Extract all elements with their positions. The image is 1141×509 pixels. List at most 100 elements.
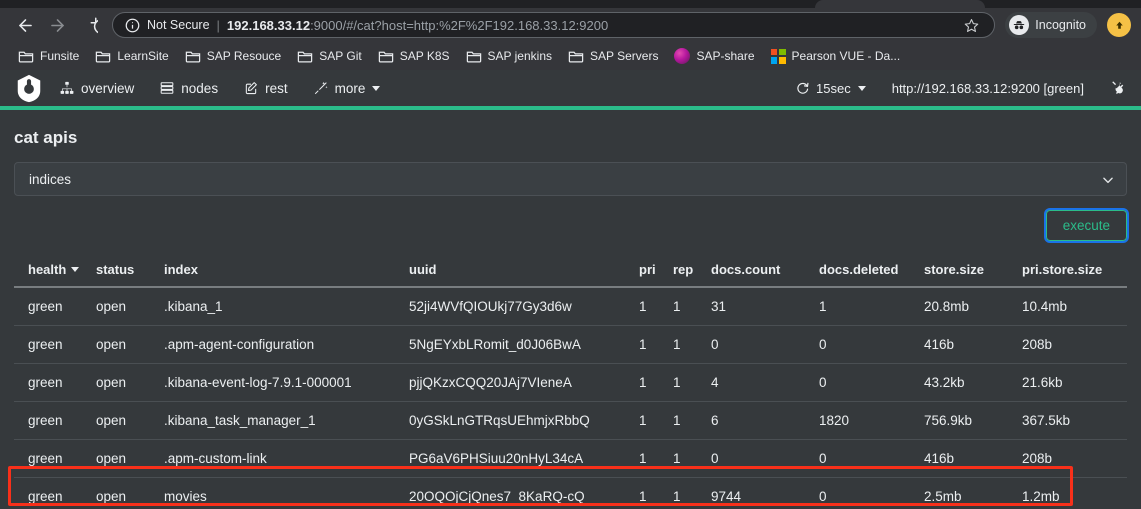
cell-index: movies bbox=[160, 477, 405, 509]
address-bar[interactable]: Not Secure | 192.168.33.12:9000/#/cat?ho… bbox=[112, 12, 996, 38]
browser-toolbar: Not Secure | 192.168.33.12:9000/#/cat?ho… bbox=[0, 8, 1141, 42]
table-row[interactable]: green open .apm-custom-link PG6aV6PHSiuu… bbox=[14, 439, 1127, 478]
cell-status: open bbox=[92, 363, 160, 402]
bookmark-label: SAP Git bbox=[319, 49, 362, 63]
cell-pri-store-size: 208b bbox=[1018, 439, 1127, 478]
cell-status: open bbox=[92, 439, 160, 478]
incognito-indicator[interactable]: Incognito bbox=[1005, 12, 1097, 38]
back-arrow-icon bbox=[18, 18, 32, 32]
cell-docs-count: 9744 bbox=[707, 477, 815, 509]
column-header-docs-count[interactable]: docs.count bbox=[707, 256, 815, 288]
column-header-index[interactable]: index bbox=[160, 256, 405, 288]
execute-row: execute bbox=[14, 208, 1130, 243]
bookmark-funsite[interactable]: Funsite bbox=[10, 46, 87, 66]
cell-pri: 1 bbox=[639, 299, 647, 314]
folder-icon bbox=[466, 51, 481, 63]
bookmark-sap-resouce[interactable]: SAP Resouce bbox=[177, 46, 290, 66]
cell-index: .apm-agent-configuration bbox=[160, 325, 405, 364]
table-body: green open .kibana_1 52ji4WVfQIOUkj77Gy3… bbox=[14, 287, 1127, 509]
cerebro-logo[interactable] bbox=[14, 73, 44, 103]
execute-button[interactable]: execute bbox=[1043, 208, 1130, 243]
table-row[interactable]: green open .kibana-event-log-7.9.1-00000… bbox=[14, 363, 1127, 402]
cell-index: .apm-custom-link bbox=[160, 439, 405, 478]
browser-tab[interactable] bbox=[815, 0, 985, 8]
info-circle-icon[interactable] bbox=[125, 18, 140, 33]
cluster-url-label: http://192.168.33.12:9200 [green] bbox=[891, 80, 1084, 96]
bookmarks-bar: Funsite LearnSite SAP Resouce SAP Git SA… bbox=[0, 42, 1141, 70]
reload-button[interactable] bbox=[74, 10, 104, 40]
table-header-row: health status index uuid pri rep docs.co… bbox=[14, 256, 1127, 288]
forward-button[interactable] bbox=[42, 10, 72, 40]
column-header-pri-store-size[interactable]: pri.store.size bbox=[1018, 256, 1127, 288]
folder-icon bbox=[298, 51, 313, 63]
nav-label: overview bbox=[81, 80, 135, 96]
column-header-store-size[interactable]: store.size bbox=[920, 256, 1018, 288]
cell-docs-deleted: 0 bbox=[815, 439, 920, 478]
folder-icon bbox=[185, 51, 200, 63]
profile-avatar[interactable] bbox=[1107, 13, 1131, 37]
cell-health: green bbox=[14, 325, 92, 364]
cell-health: green bbox=[14, 477, 92, 509]
cerebro-app: overview nodes rest more 15sec http://19… bbox=[0, 70, 1141, 509]
navbar-right: 15sec http://192.168.33.12:9200 [green] bbox=[796, 80, 1127, 97]
folder-icon bbox=[378, 51, 393, 63]
edit-icon bbox=[245, 82, 257, 95]
cell-health: green bbox=[28, 299, 63, 314]
column-header-health[interactable]: health bbox=[14, 256, 92, 288]
bookmark-sap-share[interactable]: SAP-share bbox=[666, 45, 762, 67]
microsoft-icon bbox=[770, 48, 786, 64]
bookmark-label: LearnSite bbox=[117, 49, 169, 63]
table-row-highlighted[interactable]: green open movies 20OQOjCjQnes7_8KaRQ-cQ… bbox=[14, 477, 1127, 509]
bookmark-learnsite[interactable]: LearnSite bbox=[87, 46, 176, 66]
cell-docs-deleted: 1820 bbox=[815, 401, 920, 440]
cell-docs-count: 0 bbox=[707, 325, 815, 364]
cell-pri: 1 bbox=[635, 439, 669, 478]
app-navbar: overview nodes rest more 15sec http://19… bbox=[0, 70, 1141, 110]
incognito-icon bbox=[1009, 15, 1030, 35]
bookmark-pearson-vue[interactable]: Pearson VUE - Da... bbox=[763, 46, 909, 67]
bookmark-sap-servers[interactable]: SAP Servers bbox=[560, 46, 666, 66]
bookmark-sap-k8s[interactable]: SAP K8S bbox=[370, 46, 458, 66]
cell-uuid: 0yGSkLnGTRqsUEhmjxRbbQ bbox=[405, 401, 635, 440]
column-header-pri[interactable]: pri bbox=[635, 256, 669, 288]
column-header-rep[interactable]: rep bbox=[669, 256, 707, 288]
chevron-down-icon bbox=[372, 85, 381, 91]
cell-docs-deleted: 1 bbox=[819, 299, 827, 314]
cat-api-select-row: indices bbox=[14, 162, 1127, 196]
column-header-uuid[interactable]: uuid bbox=[405, 256, 635, 288]
cell-docs-count: 6 bbox=[707, 401, 815, 440]
folder-icon bbox=[568, 51, 584, 63]
cell-index: .kibana-event-log-7.9.1-000001 bbox=[160, 363, 405, 402]
nav-item-more[interactable]: more bbox=[314, 81, 381, 96]
cell-pri-store-size: 1.2mb bbox=[1018, 477, 1127, 509]
reload-icon bbox=[90, 17, 98, 34]
refresh-interval-selector[interactable]: 15sec bbox=[796, 81, 866, 96]
disconnect-plug-icon[interactable] bbox=[1110, 80, 1127, 97]
column-header-docs-deleted[interactable]: docs.deleted bbox=[815, 256, 920, 288]
server-icon bbox=[160, 82, 174, 94]
cell-rep: 1 bbox=[669, 477, 707, 509]
table-row[interactable]: green open .kibana_task_manager_1 0yGSkL… bbox=[14, 401, 1127, 440]
bookmark-sap-git[interactable]: SAP Git bbox=[289, 46, 369, 66]
cell-store-size: 20.8mb bbox=[924, 299, 970, 314]
incognito-label: Incognito bbox=[1035, 18, 1086, 32]
cell-uuid: 5NgEYxbLRomit_d0J06BwA bbox=[405, 325, 635, 364]
cell-status: open bbox=[96, 299, 127, 314]
nav-item-overview[interactable]: overview bbox=[60, 81, 134, 96]
bookmark-star-icon[interactable] bbox=[960, 14, 982, 36]
bookmark-sap-jenkins[interactable]: SAP jenkins bbox=[458, 46, 560, 66]
table-row[interactable]: green open .kibana_1 52ji4WVfQIOUkj77Gy3… bbox=[14, 287, 1127, 326]
cat-indices-table: health status index uuid pri rep docs.co… bbox=[14, 256, 1127, 509]
nav-item-rest[interactable]: rest bbox=[244, 81, 288, 96]
cell-rep: 1 bbox=[669, 363, 707, 402]
cell-pri: 1 bbox=[635, 363, 669, 402]
table-row[interactable]: green open .apm-agent-configuration 5NgE… bbox=[14, 325, 1127, 364]
column-header-status[interactable]: status bbox=[92, 256, 160, 288]
back-button[interactable] bbox=[10, 10, 40, 40]
folder-icon bbox=[96, 51, 111, 63]
nav-item-nodes[interactable]: nodes bbox=[160, 81, 218, 96]
cell-uuid: 20OQOjCjQnes7_8KaRQ-cQ bbox=[405, 477, 635, 509]
cell-pri: 1 bbox=[635, 401, 669, 440]
cell-pri-store-size: 21.6kb bbox=[1018, 363, 1127, 402]
cat-api-select[interactable]: indices bbox=[14, 162, 1127, 196]
